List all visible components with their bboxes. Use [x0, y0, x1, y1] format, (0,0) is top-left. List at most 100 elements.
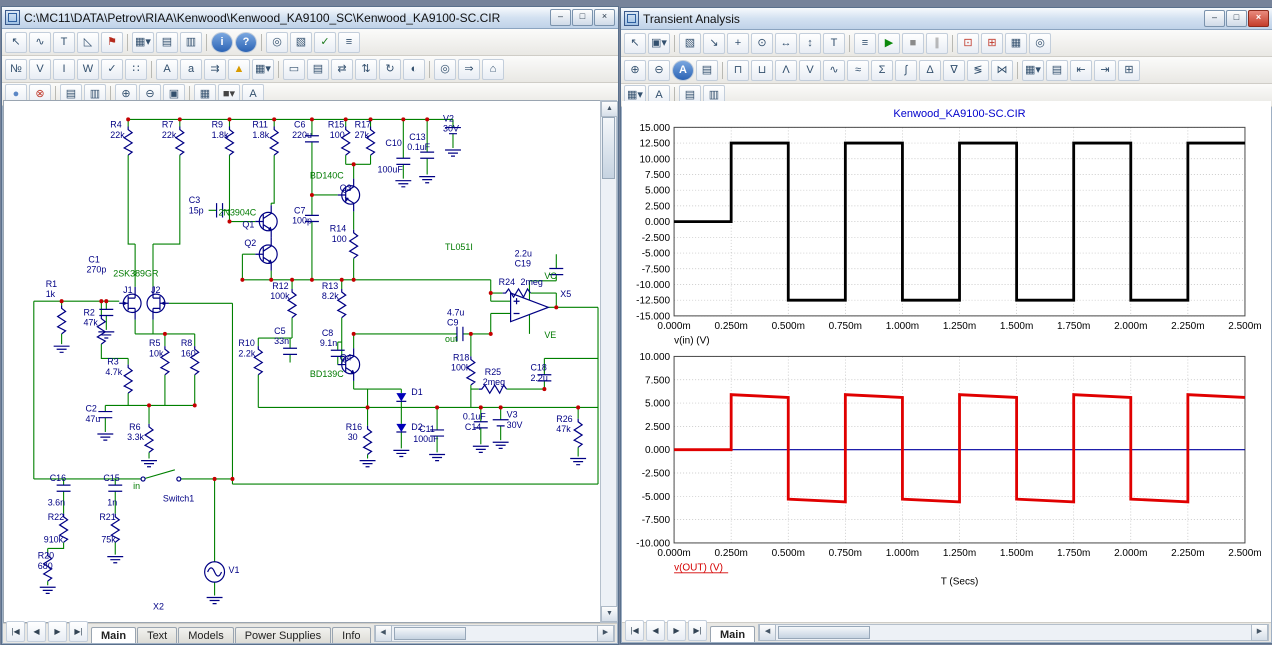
graphics-mode-icon[interactable]: ◺ [77, 32, 99, 53]
node-currents-icon[interactable]: I [53, 59, 75, 80]
vertical-scroll-thumb[interactable] [602, 117, 615, 179]
tab-power-supplies[interactable]: Power Supplies [235, 627, 331, 643]
compare-icon[interactable]: ≶ [967, 60, 989, 81]
go-to-icon[interactable]: ⌂ [482, 59, 504, 80]
schematic-drawing[interactable]: R422kR722kR91.8kR111.8kC6220uR15100R1727… [4, 101, 600, 622]
data-points-icon[interactable]: ⊡ [957, 33, 979, 54]
properties-icon[interactable]: ≡ [338, 32, 360, 53]
wire-mode-icon[interactable]: ∿ [29, 32, 51, 53]
text-mode-icon[interactable]: T [53, 32, 75, 53]
tab-models[interactable]: Models [178, 627, 233, 643]
pin-connections-icon[interactable]: ∷ [125, 59, 147, 80]
resistor-R3[interactable] [124, 365, 132, 394]
select-icon[interactable]: ↖ [5, 32, 27, 53]
cursor-valley-icon[interactable]: ⊔ [751, 60, 773, 81]
resistor-R4[interactable] [124, 127, 132, 156]
enable-region-icon[interactable]: ✓ [314, 32, 336, 53]
paste-icon[interactable]: ▥ [180, 32, 202, 53]
conditions-icon[interactable]: ✓ [101, 59, 123, 80]
slope-icon[interactable]: ∇ [943, 60, 965, 81]
horizontal-scroll-thumb[interactable] [394, 627, 466, 640]
tab-main[interactable]: Main [91, 627, 136, 643]
rotate-icon[interactable]: ↻ [379, 59, 401, 80]
cursor-mode-icon[interactable]: + [727, 33, 749, 54]
grid-text-icon[interactable]: a [180, 59, 202, 80]
resistor-R13[interactable] [338, 289, 346, 318]
capacitor-C16[interactable] [57, 485, 71, 491]
resistor-R7[interactable] [176, 127, 184, 156]
print-preview-icon[interactable]: ▤ [696, 60, 718, 81]
go-to-right-icon[interactable]: ⇥ [1094, 60, 1116, 81]
stepping-icon[interactable]: ⇉ [204, 59, 226, 80]
cursor-peak-icon[interactable]: ⊓ [727, 60, 749, 81]
resistor-R16[interactable] [364, 426, 372, 455]
analysis-plot-area[interactable]: 15.00012.50010.0007.5005.0002.5000.000-2… [622, 101, 1271, 622]
info-mode-icon[interactable]: i [211, 32, 233, 53]
source-V1[interactable] [205, 562, 225, 582]
analysis-horizontal-scrollbar[interactable]: ◀ ▶ [758, 624, 1269, 641]
cursor-high-icon[interactable]: Λ [775, 60, 797, 81]
last-page-icon[interactable]: ▶| [688, 620, 707, 641]
tokens-icon[interactable]: ⊞ [981, 33, 1003, 54]
horizontal-scroll-thumb[interactable] [778, 626, 870, 639]
scale-mode-icon[interactable]: ↘ [703, 33, 725, 54]
cursor-low-icon[interactable]: V [799, 60, 821, 81]
prev-page-icon[interactable]: ◀ [646, 620, 665, 641]
close-button[interactable]: × [1248, 10, 1269, 27]
next-page-icon[interactable]: ▶ [48, 621, 67, 642]
resistor-R11[interactable] [270, 127, 278, 156]
flip-vertical-icon[interactable]: ⇅ [355, 59, 377, 80]
maximize-button[interactable]: □ [572, 9, 593, 26]
border-icon[interactable]: ▭ [283, 59, 305, 80]
find-next-icon[interactable]: ⇒ [458, 59, 480, 80]
scroll-right-button[interactable]: ▶ [1251, 624, 1268, 641]
run-icon[interactable]: ▶ [878, 33, 900, 54]
first-page-icon[interactable]: |◀ [6, 621, 25, 642]
delta-icon[interactable]: Δ [919, 60, 941, 81]
diode-D2[interactable] [396, 424, 406, 432]
resistor-R10[interactable] [254, 346, 262, 375]
pages-menu-icon[interactable]: ▣▾ [648, 33, 670, 54]
grid-icon[interactable]: ▦▾ [252, 59, 274, 80]
help-mode-icon[interactable]: ? [235, 32, 257, 53]
power-icon[interactable]: W [77, 59, 99, 80]
flip-horizontal-icon[interactable]: ⇄ [331, 59, 353, 80]
tab-main[interactable]: Main [710, 626, 755, 642]
zoom-out-icon[interactable]: ⊖ [648, 60, 670, 81]
node-numbers-icon[interactable]: № [5, 59, 27, 80]
properties-icon[interactable]: ≡ [854, 33, 876, 54]
zoom-fit-icon[interactable]: ⊞ [1118, 60, 1140, 81]
schematic-titlebar[interactable]: C:\MC11\DATA\Petrov\RIAA\Kenwood\Kenwood… [2, 7, 618, 29]
schematic-components[interactable] [40, 127, 586, 604]
analysis-titlebar[interactable]: Transient Analysis – □ × [621, 8, 1272, 30]
resistor-R26[interactable] [574, 419, 582, 448]
stop-icon[interactable]: ■ [902, 33, 924, 54]
scroll-up-button[interactable]: ▲ [601, 101, 618, 117]
zoom-in-icon[interactable]: ⊕ [624, 60, 646, 81]
flag-mode-icon[interactable]: ⚑ [101, 32, 123, 53]
color-menu-icon[interactable]: ▦▾ [1022, 60, 1044, 81]
autoscale-icon[interactable]: A [672, 60, 694, 81]
transistor-Q1[interactable] [255, 205, 277, 238]
schematic-vertical-scrollbar[interactable]: ▲ ▼ [600, 100, 617, 623]
point-tag-icon[interactable]: ⊙ [751, 33, 773, 54]
scroll-left-button[interactable]: ◀ [375, 625, 392, 642]
capacitor-C5[interactable] [283, 348, 297, 354]
diode-D1[interactable] [396, 393, 406, 401]
minimize-button[interactable]: – [1204, 10, 1225, 27]
find-icon[interactable]: ◎ [434, 59, 456, 80]
node-voltages-icon[interactable]: V [29, 59, 51, 80]
capacitor-C13[interactable] [420, 152, 434, 158]
resistor-R14[interactable] [350, 230, 358, 259]
join-icon[interactable]: ⋈ [991, 60, 1013, 81]
close-button[interactable]: × [594, 9, 615, 26]
region-select-icon[interactable]: ▧ [290, 32, 312, 53]
capacitor-C15[interactable] [108, 485, 122, 491]
first-page-icon[interactable]: |◀ [625, 620, 644, 641]
vertical-tag-icon[interactable]: ↕ [799, 33, 821, 54]
prev-page-icon[interactable]: ◀ [27, 621, 46, 642]
watch-icon[interactable]: ◎ [1029, 33, 1051, 54]
minimize-button[interactable]: – [550, 9, 571, 26]
schematic-horizontal-scrollbar[interactable]: ◀ ▶ [374, 625, 615, 642]
title-block-icon[interactable]: ▤ [307, 59, 329, 80]
